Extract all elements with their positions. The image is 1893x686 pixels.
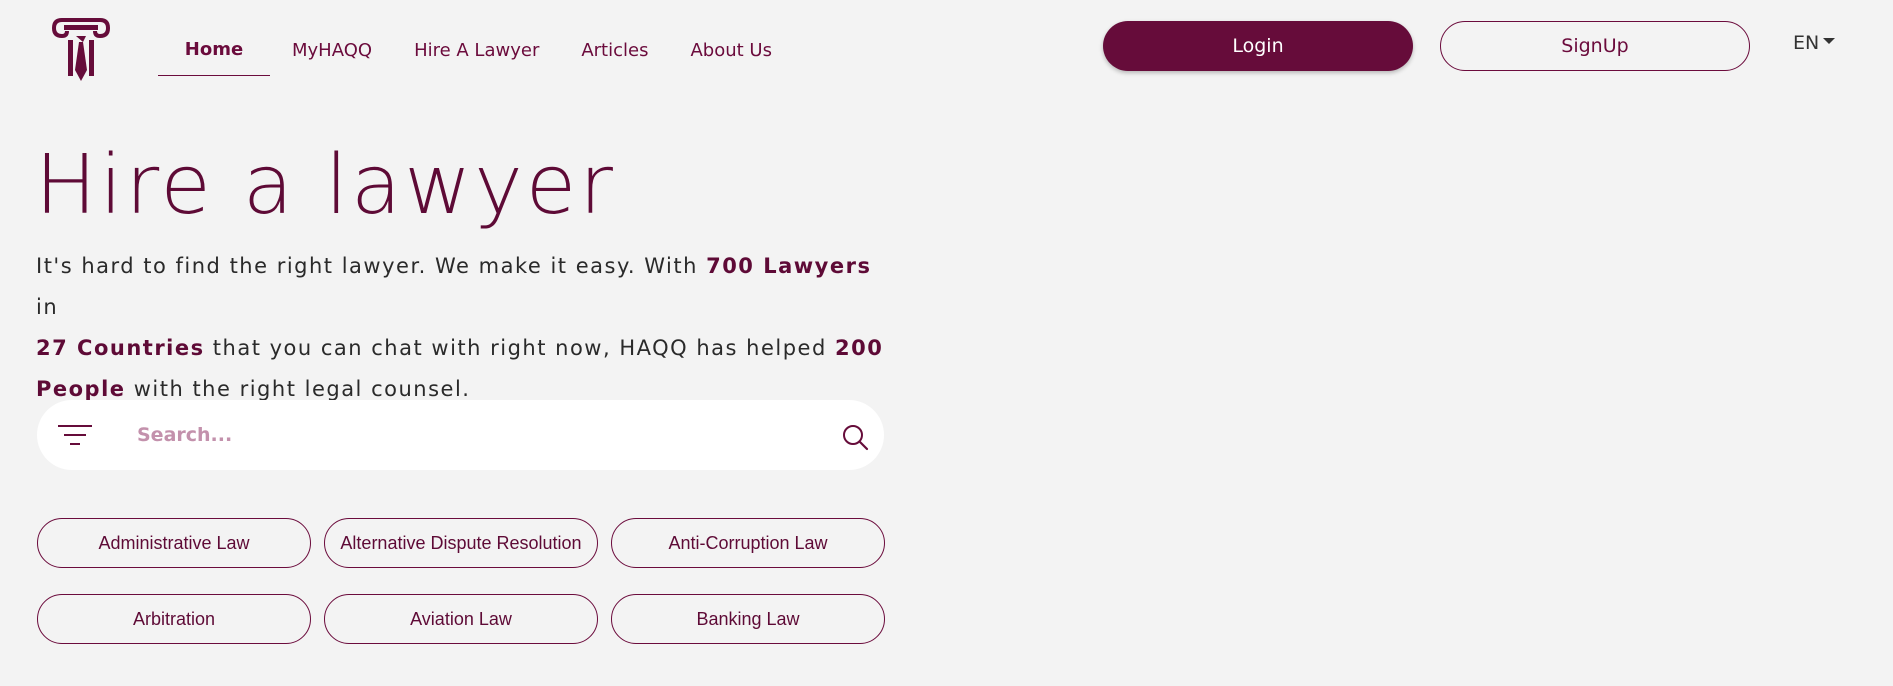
chip-aviation-law[interactable]: Aviation Law (324, 594, 598, 644)
chip-alternative-dispute-resolution[interactable]: Alternative Dispute Resolution (324, 518, 598, 568)
language-selector[interactable]: EN (1793, 32, 1836, 54)
chip-arbitration[interactable]: Arbitration (37, 594, 311, 644)
hero-description: It's hard to find the right lawyer. We m… (36, 246, 896, 410)
nav-hire-a-lawyer[interactable]: Hire A Lawyer (394, 24, 559, 76)
caret-down-icon (1823, 38, 1836, 44)
desc-text-4: with the right legal counsel. (125, 377, 471, 401)
category-chips: Administrative Law Alternative Dispute R… (37, 518, 885, 644)
chip-administrative-law[interactable]: Administrative Law (37, 518, 311, 568)
chip-anti-corruption-law[interactable]: Anti-Corruption Law (611, 518, 885, 568)
language-label: EN (1793, 32, 1820, 54)
page-title: Hire a lawyer (35, 138, 616, 233)
nav-home[interactable]: Home (158, 24, 270, 76)
nav-articles[interactable]: Articles (561, 24, 668, 76)
main-nav: Home MyHAQQ Hire A Lawyer Articles About… (158, 24, 794, 82)
pillar-tie-logo-icon[interactable] (48, 18, 114, 86)
search-icon[interactable] (841, 423, 869, 451)
login-button[interactable]: Login (1103, 21, 1413, 71)
nav-myhaqq[interactable]: MyHAQQ (272, 24, 392, 76)
desc-text-3: that you can chat with right now, HAQQ h… (204, 336, 835, 360)
lawyers-count: 700 Lawyers (706, 254, 872, 278)
chip-banking-law[interactable]: Banking Law (611, 594, 885, 644)
search-bar (37, 400, 884, 470)
countries-count: 27 Countries (36, 336, 205, 360)
filter-icon[interactable] (57, 423, 93, 447)
signup-button[interactable]: SignUp (1440, 21, 1750, 71)
desc-text-1: It's hard to find the right lawyer. We m… (36, 254, 707, 278)
desc-text-2: in (36, 295, 59, 319)
nav-about-us[interactable]: About Us (670, 24, 792, 76)
search-input[interactable] (137, 415, 777, 455)
